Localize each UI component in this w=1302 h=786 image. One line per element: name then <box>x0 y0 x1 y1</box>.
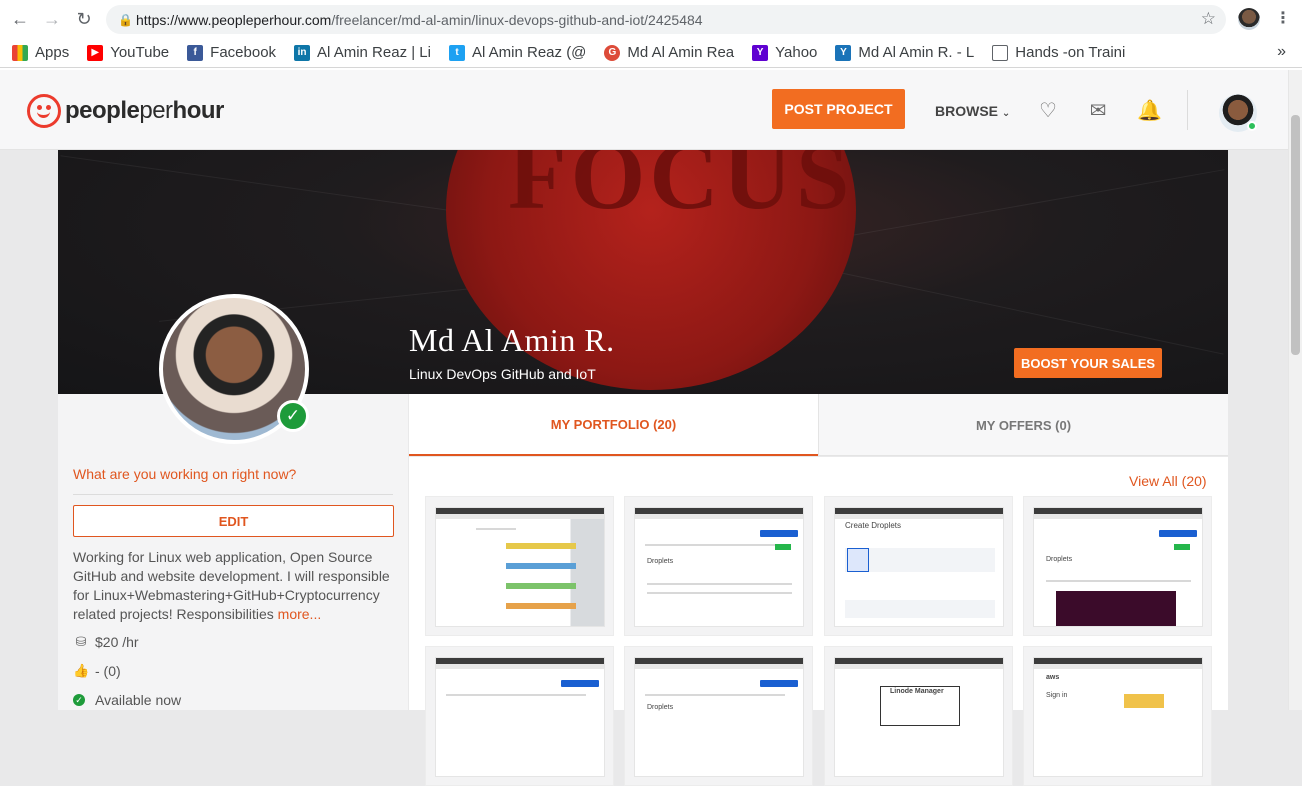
bookmark-label: YouTube <box>110 44 170 61</box>
portfolio-thumbnail[interactable]: Droplets <box>624 496 813 636</box>
browser-profile-avatar[interactable] <box>1238 8 1260 30</box>
rate-value: $20 /hr <box>95 634 139 650</box>
view-all-link[interactable]: View All (20) <box>1129 473 1207 489</box>
smiley-logo-icon <box>27 94 61 128</box>
bio-more-link[interactable]: more... <box>278 606 322 622</box>
bookmark-label: Md Al Amin Rea <box>627 44 735 61</box>
verified-check-icon: ✓ <box>277 400 309 432</box>
available-check-icon: ✓ <box>73 694 85 706</box>
portfolio-thumbnail[interactable]: Linode Manager <box>824 646 1013 786</box>
freelancer-headline: Linux DevOps GitHub and IoT <box>409 366 596 382</box>
bookmark-label: Al Amin Reaz | Li <box>317 44 431 61</box>
bookmark-apps[interactable]: Apps <box>12 44 69 61</box>
bookmark-star-icon[interactable]: ☆ <box>1201 9 1216 29</box>
working-on-link[interactable]: What are you working on right now? <box>73 466 296 482</box>
tab-portfolio[interactable]: MY PORTFOLIO (20) <box>409 394 818 456</box>
availability-value: Available now <box>95 692 182 708</box>
thumb-heading: Droplets <box>1046 556 1073 563</box>
header-divider <box>1187 90 1188 130</box>
bookmark-yammer[interactable]: Y Md Al Amin R. - L <box>835 44 974 61</box>
google-plus-icon: G <box>604 44 621 61</box>
linkedin-icon: in <box>294 44 311 61</box>
portfolio-thumbnail[interactable] <box>425 646 614 786</box>
thumb-heading: Droplets <box>647 558 674 565</box>
tab-offers[interactable]: MY OFFERS (0) <box>818 394 1228 456</box>
bookmark-facebook[interactable]: f Facebook <box>187 44 276 61</box>
bookmark-label: Al Amin Reaz (@ <box>471 44 587 61</box>
heart-icon[interactable]: ♡ <box>1037 100 1059 122</box>
address-bar[interactable]: 🔒 https://www.peopleperhour.com/freelanc… <box>106 5 1226 34</box>
bookmark-training[interactable]: Hands -on Traini <box>992 44 1125 61</box>
reload-icon[interactable]: ↻ <box>68 3 100 35</box>
bookmark-yahoo[interactable]: Y Yahoo <box>752 44 817 61</box>
page-scrollbar[interactable] <box>1288 70 1302 710</box>
edit-button[interactable]: EDIT <box>73 505 394 537</box>
bookmark-youtube[interactable]: ▶ YouTube <box>87 44 169 61</box>
browse-label: BROWSE <box>935 103 998 119</box>
freelancer-name: Md Al Amin R. <box>409 322 615 358</box>
yammer-icon: Y <box>835 44 852 61</box>
portfolio-thumbnail[interactable]: Droplets <box>624 646 813 786</box>
rating-value: - (0) <box>95 663 121 679</box>
logo-text: peopleperhour <box>65 97 224 124</box>
youtube-icon: ▶ <box>87 44 104 61</box>
bookmark-label: Md Al Amin R. - L <box>858 44 975 61</box>
lock-icon: 🔒 <box>118 12 133 27</box>
thumbs-up-icon: 👍 <box>73 663 90 678</box>
bookmark-label: Hands -on Traini <box>1015 44 1126 61</box>
forward-icon[interactable]: → <box>36 3 68 35</box>
url-host: https://www.peopleperhour.com <box>136 11 332 28</box>
page-icon <box>992 44 1009 61</box>
bookmarks-overflow-icon[interactable]: » <box>1277 43 1286 61</box>
apps-grid-icon <box>12 44 28 61</box>
chevron-down-icon: ⌄ <box>1001 108 1011 119</box>
browser-menu-icon[interactable]: ⋮ <box>1275 8 1291 28</box>
bookmark-label: Facebook <box>210 44 277 61</box>
back-icon[interactable]: ← <box>4 3 36 35</box>
profile-bio: Working for Linux web application, Open … <box>73 549 390 622</box>
bookmarks-bar: Apps ▶ YouTube f Facebook in Al Amin Reaz |… <box>0 38 1302 68</box>
yahoo-icon: Y <box>752 44 769 61</box>
site-header: peopleperhour POST PROJECT BROWSE ⌄ ♡ ✉ … <box>0 70 1288 150</box>
facebook-icon: f <box>187 44 204 61</box>
browser-chrome: ← → ↻ 🔒 https://www.peopleperhour.com/fr… <box>0 0 1302 70</box>
coins-icon: ⛁ <box>75 634 87 649</box>
profile-tabs: MY PORTFOLIO (20) MY OFFERS (0) <box>409 394 1228 456</box>
bookmark-label: Apps <box>35 44 70 61</box>
hourly-rate: ⛁ $20 /hr <box>73 634 139 650</box>
online-status-dot <box>1247 121 1257 131</box>
rating: 👍 - (0) <box>73 663 121 679</box>
url-path: /freelancer/md-al-amin/linux-devops-gith… <box>331 11 703 28</box>
portfolio-thumbnail[interactable]: Droplets <box>1023 496 1212 636</box>
thumb-heading: Create Droplets <box>845 521 902 530</box>
availability: ✓ Available now <box>73 692 181 708</box>
post-project-button[interactable]: POST PROJECT <box>772 89 905 129</box>
bookmark-label: Yahoo <box>775 44 818 61</box>
browser-toolbar: ← → ↻ 🔒 https://www.peopleperhour.com/fr… <box>0 0 1302 38</box>
portfolio-thumbnail[interactable] <box>425 496 614 636</box>
cover-focus-text: FOCUS <box>508 150 854 229</box>
portfolio-thumbnail[interactable]: aws Sign in <box>1023 646 1212 786</box>
divider <box>73 494 393 495</box>
bookmark-twitter[interactable]: t Al Amin Reaz (@ <box>448 44 587 61</box>
thumb-heading: Linode Manager <box>890 688 944 695</box>
browse-menu[interactable]: BROWSE ⌄ <box>935 103 1010 119</box>
portfolio-thumbnail[interactable]: Create Droplets <box>824 496 1013 636</box>
bell-icon[interactable]: 🔔 <box>1137 100 1162 122</box>
scrollbar-thumb[interactable] <box>1291 115 1300 355</box>
bookmark-linkedin[interactable]: in Al Amin Reaz | Li <box>294 44 431 61</box>
boost-sales-button[interactable]: BOOST YOUR SALES <box>1014 348 1162 378</box>
thumb-heading: Sign in <box>1046 692 1068 699</box>
twitter-icon: t <box>448 44 465 61</box>
mail-icon[interactable]: ✉ <box>1087 100 1109 122</box>
pph-logo[interactable]: peopleperhour <box>27 94 224 128</box>
bookmark-google-plus[interactable]: G Md Al Amin Rea <box>604 44 734 61</box>
